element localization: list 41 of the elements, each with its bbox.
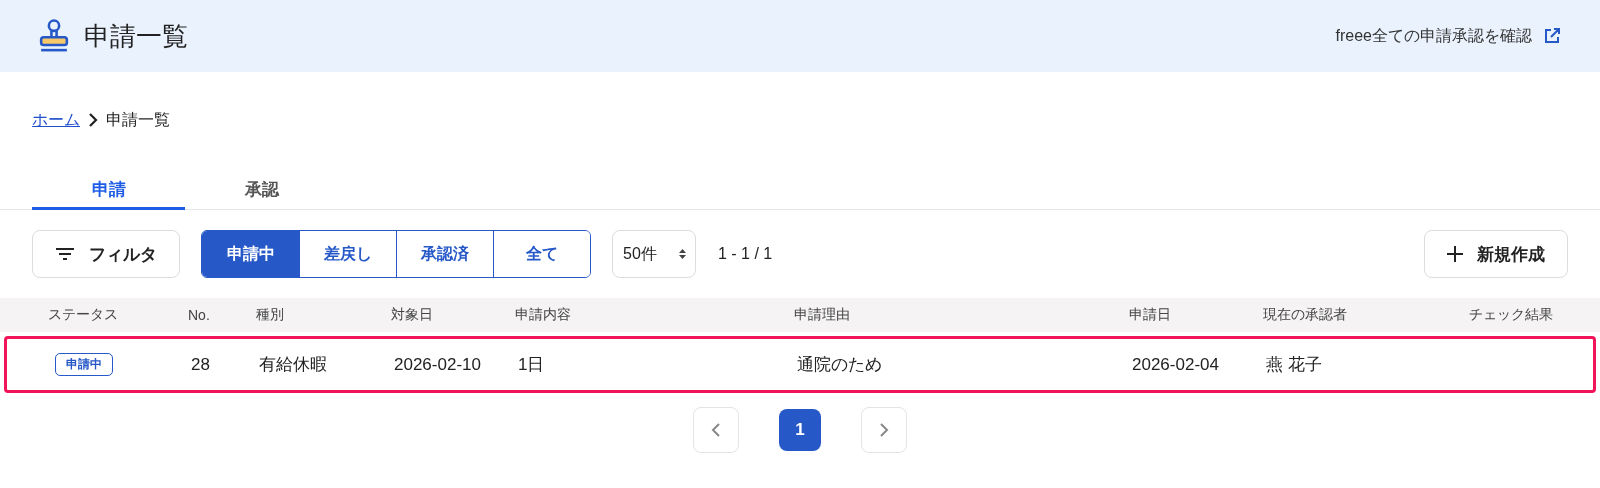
status-badge: 申請中 (55, 353, 113, 376)
tab[interactable]: 承認 (185, 174, 338, 210)
table-cell-text: 通院のため (797, 354, 883, 376)
column-header: 申請内容 (515, 306, 572, 324)
column-header: No. (188, 307, 211, 323)
per-page-select[interactable]: 50件 (612, 230, 696, 278)
external-link-icon[interactable] (1544, 28, 1560, 44)
table-cell-text: 1日 (518, 354, 546, 376)
table-cell-text: 2026-02-10 (394, 354, 482, 375)
column-header: 現在の承認者 (1263, 306, 1348, 324)
filter-button[interactable]: フィルタ (32, 230, 180, 278)
table-cell-text: 有給休暇 (259, 354, 328, 376)
column-header: 申請日 (1129, 306, 1172, 324)
stamp-icon (38, 18, 70, 54)
page-button[interactable]: 1 (779, 409, 821, 451)
filter-icon (55, 247, 75, 261)
table-cell-text: 燕 花子 (1266, 354, 1323, 376)
chevron-left-icon (711, 422, 721, 438)
tab[interactable]: 申請 (32, 174, 185, 210)
breadcrumb-link[interactable]: ホーム (32, 109, 80, 131)
table-cell-text: 2026-02-04 (1132, 354, 1220, 375)
page-title: 申請一覧 (84, 19, 189, 53)
status-segment[interactable]: 全て (493, 231, 590, 277)
status-segment[interactable]: 申請中 (202, 231, 299, 277)
sort-arrows-icon (679, 248, 686, 260)
next-page-button[interactable] (861, 407, 907, 453)
column-header: 対象日 (391, 306, 434, 324)
all-requests-link[interactable]: freee全ての申請承認を確認 (1335, 25, 1532, 47)
previous-page-button[interactable] (693, 407, 739, 453)
chevron-right-icon (879, 422, 889, 438)
table-cell-text: 28 (191, 354, 211, 375)
chevron-right-icon (88, 113, 98, 127)
column-header: 申請理由 (794, 306, 851, 324)
column-header: 種別 (256, 306, 285, 324)
breadcrumb-current: 申請一覧 (106, 109, 170, 130)
plus-icon (1447, 246, 1463, 262)
table-row[interactable]: 申請中 28 有給休暇 2026-02-10 1日 通院のため 2026-02-04 燕 花子 (4, 336, 1596, 393)
column-header: チェック結果 (1469, 306, 1554, 324)
create-button[interactable]: 新規作成 (1424, 230, 1568, 278)
result-range: 1 - 1 / 1 (718, 245, 774, 263)
column-header: ステータス (48, 306, 119, 324)
